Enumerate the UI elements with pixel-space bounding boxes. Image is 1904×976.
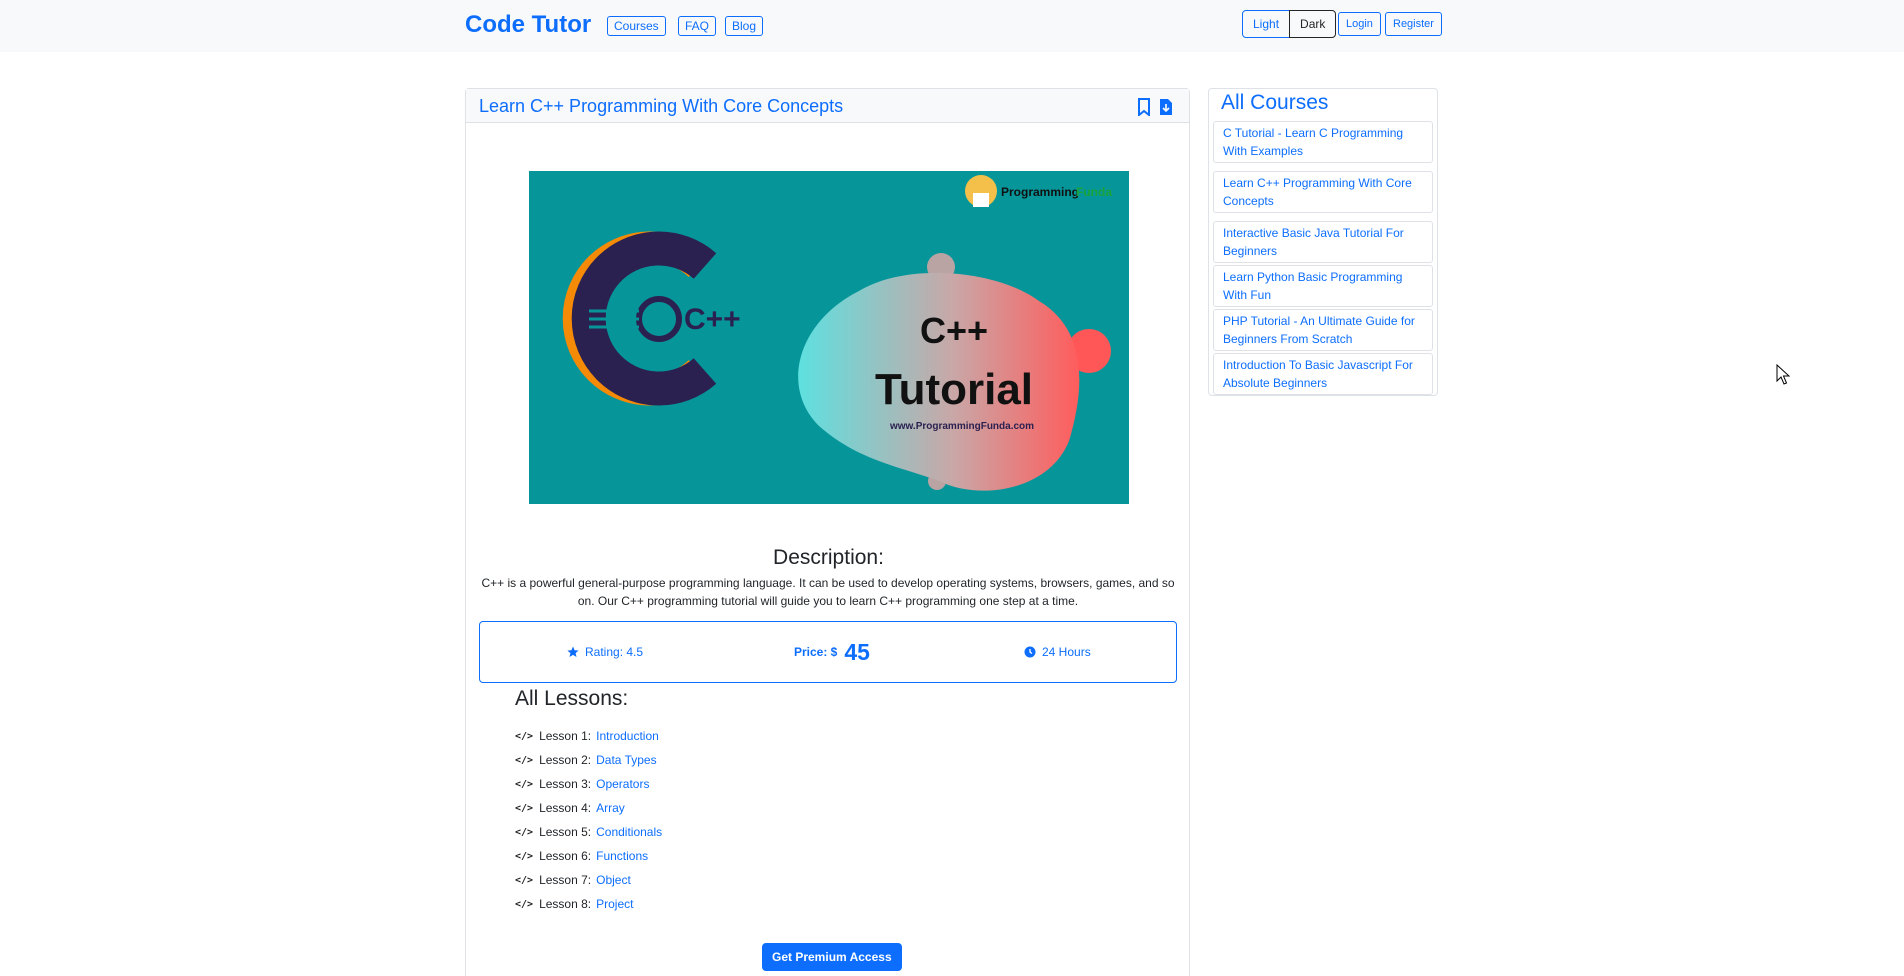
lesson-number: Lesson 2: xyxy=(539,753,592,767)
course-stats-box: Rating: 4.5 Price: $ 45 24 Hours xyxy=(479,621,1177,683)
price-value: 45 xyxy=(844,638,870,665)
lessons-heading: All Lessons: xyxy=(515,687,629,710)
navbar: Code Tutor Courses FAQ Blog Light Dark L… xyxy=(0,0,1904,52)
description-text: C++ is a powerful general-purpose progra… xyxy=(481,576,1175,608)
lesson-item: </> Lesson 3: Operators xyxy=(515,775,649,793)
sidebar-course-link[interactable]: PHP Tutorial - An Ultimate Guide for Beg… xyxy=(1213,309,1433,351)
nav-blog-button[interactable]: Blog xyxy=(725,16,764,36)
sidebar-course-link[interactable]: Learn Python Basic Programming With Fun xyxy=(1213,265,1433,307)
lesson-link[interactable]: Object xyxy=(596,873,631,887)
sidebar-course-link[interactable]: Interactive Basic Java Tutorial For Begi… xyxy=(1213,221,1433,263)
code-icon: </> xyxy=(515,898,534,910)
code-icon: </> xyxy=(515,754,534,766)
get-premium-access-button[interactable]: Get Premium Access xyxy=(762,943,902,971)
nav-faq-button[interactable]: FAQ xyxy=(678,16,717,36)
lesson-number: Lesson 1: xyxy=(539,729,592,743)
banner-headline-cpp: C++ xyxy=(920,310,988,351)
lesson-number: Lesson 6: xyxy=(539,849,592,863)
rating-stat: Rating: 4.5 xyxy=(567,622,643,682)
lesson-link[interactable]: Conditionals xyxy=(596,825,662,839)
cursor-icon xyxy=(1776,364,1790,385)
lesson-link[interactable]: Data Types xyxy=(596,753,656,767)
theme-light-button[interactable]: Light xyxy=(1242,10,1291,38)
lesson-item: </> Lesson 5: Conditionals xyxy=(515,823,662,841)
lesson-number: Lesson 5: xyxy=(539,825,592,839)
lesson-item: </> Lesson 4: Array xyxy=(515,799,625,817)
duration-text: 24 Hours xyxy=(1042,645,1091,659)
lesson-item: </> Lesson 7: Object xyxy=(515,871,631,889)
lesson-item: </> Lesson 6: Functions xyxy=(515,847,648,865)
code-icon: </> xyxy=(515,826,534,838)
download-icon[interactable] xyxy=(1159,98,1173,116)
lesson-link[interactable]: Project xyxy=(596,897,633,911)
rating-text: Rating: 4.5 xyxy=(585,645,644,659)
nav-courses-button[interactable]: Courses xyxy=(607,16,666,36)
sidebar-course-link[interactable]: C Tutorial - Learn C Programming With Ex… xyxy=(1213,121,1433,163)
register-button[interactable]: Register xyxy=(1385,12,1442,36)
duration-stat: 24 Hours xyxy=(1024,622,1091,682)
lesson-link[interactable]: Operators xyxy=(596,777,649,791)
lesson-number: Lesson 8: xyxy=(539,897,592,911)
sidebar-course-link[interactable]: Introduction To Basic Javascript For Abs… xyxy=(1213,353,1433,395)
code-icon: </> xyxy=(515,874,534,886)
price-label: Price: $ xyxy=(794,645,838,659)
sidebar-course-link[interactable]: Learn C++ Programming With Core Concepts xyxy=(1213,171,1433,213)
course-title: Learn C++ Programming With Core Concepts xyxy=(479,96,844,116)
lesson-link[interactable]: Functions xyxy=(596,849,648,863)
lesson-link[interactable]: Introduction xyxy=(596,729,659,743)
brand-logo[interactable]: Code Tutor xyxy=(465,11,591,39)
star-icon xyxy=(567,646,579,657)
course-banner-image: C++ Programming Funda C++ Tutorial www.P… xyxy=(529,171,1129,504)
lesson-item: </> Lesson 8: Project xyxy=(515,895,633,913)
code-icon: </> xyxy=(515,850,534,862)
description-heading: Description: xyxy=(773,546,884,569)
lesson-item: </> Lesson 2: Data Types xyxy=(515,751,657,769)
price-stat: Price: $ 45 xyxy=(794,622,870,682)
lesson-number: Lesson 7: xyxy=(539,873,592,887)
course-card-header: Learn C++ Programming With Core Concepts xyxy=(466,89,1189,123)
lesson-number: Lesson 3: xyxy=(539,777,592,791)
clock-icon xyxy=(1024,646,1036,658)
banner-headline-tutorial: Tutorial xyxy=(875,365,1033,414)
banner-logo-text-2: Funda xyxy=(1076,185,1112,199)
login-button[interactable]: Login xyxy=(1338,12,1381,36)
theme-toggle-group: Light Dark xyxy=(1242,10,1337,38)
banner-logo-text: Programming xyxy=(1001,185,1079,199)
lesson-number: Lesson 4: xyxy=(539,801,592,815)
code-icon: </> xyxy=(515,802,534,814)
lesson-link[interactable]: Array xyxy=(596,801,625,815)
bookmark-icon[interactable] xyxy=(1137,98,1151,116)
banner-url: www.ProgrammingFunda.com xyxy=(889,421,1034,432)
code-icon: </> xyxy=(515,778,534,790)
sidebar-title: All Courses xyxy=(1221,91,1329,114)
all-courses-sidebar: All Courses C Tutorial - Learn C Program… xyxy=(1208,88,1438,396)
course-card: Learn C++ Programming With Core Concepts… xyxy=(465,88,1190,976)
lesson-item: </> Lesson 1: Introduction xyxy=(515,727,659,745)
cpp-logo-text: C++ xyxy=(684,303,741,336)
code-icon: </> xyxy=(515,730,534,742)
theme-dark-button[interactable]: Dark xyxy=(1289,10,1337,38)
